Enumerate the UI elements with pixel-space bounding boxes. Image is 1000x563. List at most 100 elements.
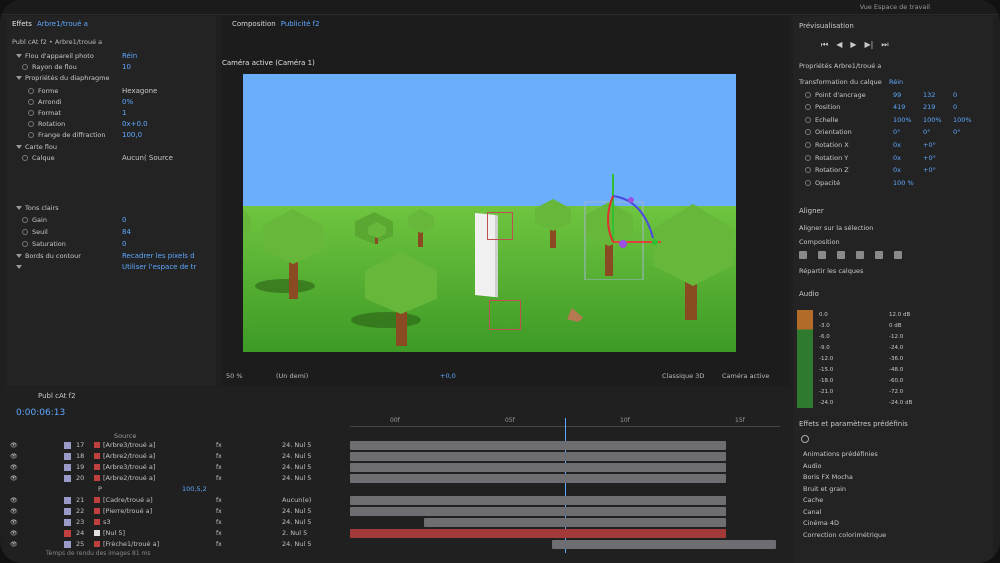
align-left-icon[interactable] [799, 251, 807, 259]
effect-row[interactable]: Saturation [22, 238, 66, 249]
stopwatch-icon[interactable] [28, 131, 34, 138]
layer-name[interactable]: [Pierre/troué a] [103, 507, 152, 515]
effects-search-icon[interactable] [801, 435, 809, 443]
layer-color-label[interactable] [64, 529, 71, 537]
prop-value[interactable]: 419 [893, 103, 905, 111]
table-row[interactable]: 👁 24 [Nul 5] fx 2. Nul 5 [6, 528, 352, 538]
effect-value[interactable]: 0% [122, 98, 133, 106]
effect-value[interactable]: Hexagone [122, 87, 157, 95]
effect-row[interactable] [16, 261, 25, 272]
visibility-eye-icon[interactable]: 👁 [10, 497, 26, 504]
view-select[interactable]: Caméra active [722, 372, 769, 380]
parent-select[interactable]: 24. Nul 5 [282, 463, 311, 471]
preview-title[interactable]: Prévisualisation [799, 22, 854, 30]
stopwatch-icon[interactable] [22, 228, 28, 235]
composition-tab[interactable]: Composition [232, 20, 276, 28]
exposure-value[interactable]: +0,0 [440, 372, 456, 380]
twirl-icon[interactable] [16, 75, 22, 80]
effects-category-item[interactable]: Bruit et grain [803, 485, 846, 493]
transform-gizmo[interactable] [583, 170, 663, 280]
table-row[interactable]: 👁 20 [Arbre2/troué a] fx 24. Nul 5 [6, 473, 352, 483]
stopwatch-icon[interactable] [805, 91, 811, 98]
prev-frame-icon[interactable]: ◀ [836, 40, 842, 50]
effects-category-item[interactable]: Canal [803, 508, 821, 516]
prop-value[interactable]: 0x [893, 166, 901, 174]
table-row[interactable]: 👁 25 [Frèche1/troué a] fx 24. Nul 5 [6, 539, 352, 549]
visibility-eye-icon[interactable]: 👁 [10, 453, 26, 460]
layer-color-label[interactable] [64, 463, 71, 471]
effect-row[interactable]: Rayon de flou [22, 61, 77, 72]
effect-row[interactable]: Gain [22, 214, 47, 225]
effect-value[interactable]: 0x+0.0 [122, 120, 148, 128]
timeline-comp-name[interactable]: Publ cAt f2 [38, 392, 76, 400]
transform-prop-row[interactable]: Point d'ancrage 99 132 0 [805, 89, 985, 100]
prop-value[interactable]: 219 [923, 103, 935, 111]
twirl-icon[interactable] [16, 144, 22, 149]
effect-row[interactable]: Calque [22, 152, 55, 163]
prop-value[interactable]: +0° [923, 154, 936, 162]
effect-row[interactable]: Tons clairs [16, 202, 59, 213]
effects-category-item[interactable]: Audio [803, 462, 821, 470]
prop-value[interactable]: 0° [923, 128, 930, 136]
effect-switch-icon[interactable]: fx [216, 530, 222, 537]
prop-value[interactable]: 99 [893, 91, 901, 99]
last-frame-icon[interactable]: ⏭ [881, 40, 888, 50]
effect-row[interactable]: Forme [28, 85, 58, 96]
stopwatch-icon[interactable] [22, 154, 28, 161]
prop-value[interactable]: 100% [893, 116, 912, 124]
stopwatch-icon[interactable] [22, 216, 28, 223]
resolution-select[interactable]: (Un demi) [276, 372, 308, 380]
parent-select[interactable]: 24. Nul 5 [282, 518, 311, 526]
effect-value[interactable]: 10 [122, 63, 131, 71]
visibility-eye-icon[interactable]: 👁 [10, 464, 26, 471]
layer-name[interactable]: [Frèche1/troué a] [103, 540, 159, 548]
transform-prop-row[interactable]: Echelle 100% 100% 100% [805, 114, 985, 125]
transform-prop-row[interactable]: Rotation X 0x +0° [805, 139, 985, 150]
layer-color-label[interactable] [64, 540, 71, 548]
layer-name[interactable]: [Arbre2/troué a] [103, 474, 155, 482]
effect-value[interactable]: 84 [122, 228, 131, 236]
effect-row[interactable]: Propriétés du diaphragme [16, 72, 110, 83]
effect-value[interactable]: 0 [122, 240, 126, 248]
effect-switch-icon[interactable]: fx [216, 442, 222, 449]
effects-category-item[interactable]: Cache [803, 496, 823, 504]
layer-bar[interactable] [350, 463, 726, 472]
layer-color-label[interactable] [64, 518, 71, 526]
effect-switch-icon[interactable]: fx [216, 508, 222, 515]
stopwatch-icon[interactable] [28, 98, 34, 105]
play-icon[interactable]: ▶ [850, 40, 856, 50]
parent-select[interactable]: 2. Nul 5 [282, 529, 307, 537]
timecode[interactable]: 0:00:06:13 [16, 408, 65, 418]
table-row[interactable]: 👁 19 [Arbre3/troué a] fx 24. Nul 5 [6, 462, 352, 472]
transform-prop-row[interactable]: Rotation Y 0x +0° [805, 152, 985, 163]
effect-row[interactable]: Bords du contour [16, 250, 81, 261]
align-top-icon[interactable] [856, 251, 864, 259]
prop-value[interactable]: 100 % [893, 179, 914, 187]
effects-category-item[interactable]: Cinéma 4D [803, 519, 839, 527]
first-frame-icon[interactable]: ⏮ [821, 40, 828, 50]
reset-button[interactable]: Réin [889, 78, 903, 86]
layer-color-label[interactable] [64, 496, 71, 504]
stopwatch-icon[interactable] [805, 167, 811, 174]
prop-value[interactable]: +0° [923, 166, 936, 174]
effect-value[interactable]: Réin [122, 52, 137, 60]
table-row[interactable]: 👁 18 [Arbre2/troué a] fx 24. Nul 5 [6, 451, 352, 461]
layer-bar[interactable] [552, 540, 776, 549]
twirl-icon[interactable] [16, 253, 22, 258]
stopwatch-icon[interactable] [805, 104, 811, 111]
stopwatch-icon[interactable] [805, 129, 811, 136]
layer-name[interactable]: [Arbre3/troué a] [103, 441, 155, 449]
effect-switch-icon[interactable]: fx [216, 497, 222, 504]
property-row[interactable]: P 100,5,2 [6, 484, 352, 494]
transform-prop-row[interactable]: Rotation Z 0x +0° [805, 165, 985, 176]
stopwatch-icon[interactable] [28, 109, 34, 116]
workspace-label[interactable]: Vue Espace de travail [860, 3, 930, 11]
visibility-eye-icon[interactable]: 👁 [10, 442, 26, 449]
stopwatch-icon[interactable] [805, 179, 811, 186]
effect-value[interactable]: 1 [122, 109, 126, 117]
layer-bar[interactable] [350, 529, 726, 538]
stopwatch-icon[interactable] [28, 120, 34, 127]
table-row[interactable]: 👁 17 [Arbre3/troué a] fx 24. Nul 5 [6, 440, 352, 450]
table-row[interactable]: 👁 22 [Pierre/troué a] fx 24. Nul 5 [6, 506, 352, 516]
twirl-icon[interactable] [16, 205, 22, 210]
